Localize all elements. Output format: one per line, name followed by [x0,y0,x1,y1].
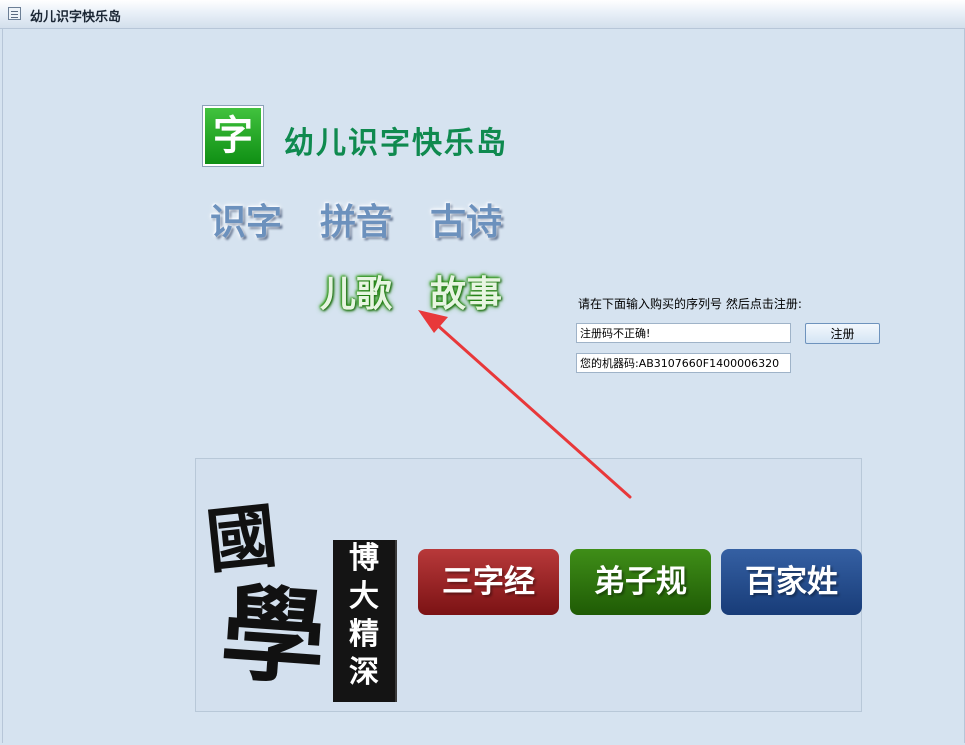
banner-char: 深 [349,655,379,690]
banner-char: 大 [349,579,379,614]
shizi-button[interactable]: 识字 [206,201,286,245]
pinyin-button[interactable]: 拼音 [316,201,396,245]
register-button[interactable]: 注册 [805,323,880,344]
baijiaxing-button[interactable]: 百家姓 [721,549,862,615]
xue-calligraphy: 學 [217,570,330,701]
dizigui-button[interactable]: 弟子规 [570,549,711,615]
sanzijing-button[interactable]: 三字经 [418,549,559,615]
machine-code-field[interactable] [576,353,791,373]
serial-input[interactable] [576,323,791,343]
banner-char: 精 [349,617,379,652]
gushi-story-button[interactable]: 故事 [426,273,506,317]
erge-button[interactable]: 儿歌 [316,273,396,317]
guoxue-panel: 國 學 博 大 精 深 三字经 弟子规 百家姓 [195,458,862,712]
app-logo-icon: 字 [203,106,263,166]
banner-char: 博 [349,541,379,576]
system-menu-icon[interactable] [8,7,21,20]
bodajingshen-banner: 博 大 精 深 [333,540,395,702]
window-titlebar: 幼儿识字快乐岛 [0,0,965,29]
gushi-button[interactable]: 古诗 [426,201,506,245]
register-prompt: 请在下面输入购买的序列号 然后点击注册: [578,297,802,311]
window-title: 幼儿识字快乐岛 [30,10,122,25]
app-title: 幼儿识字快乐岛 [284,126,508,161]
